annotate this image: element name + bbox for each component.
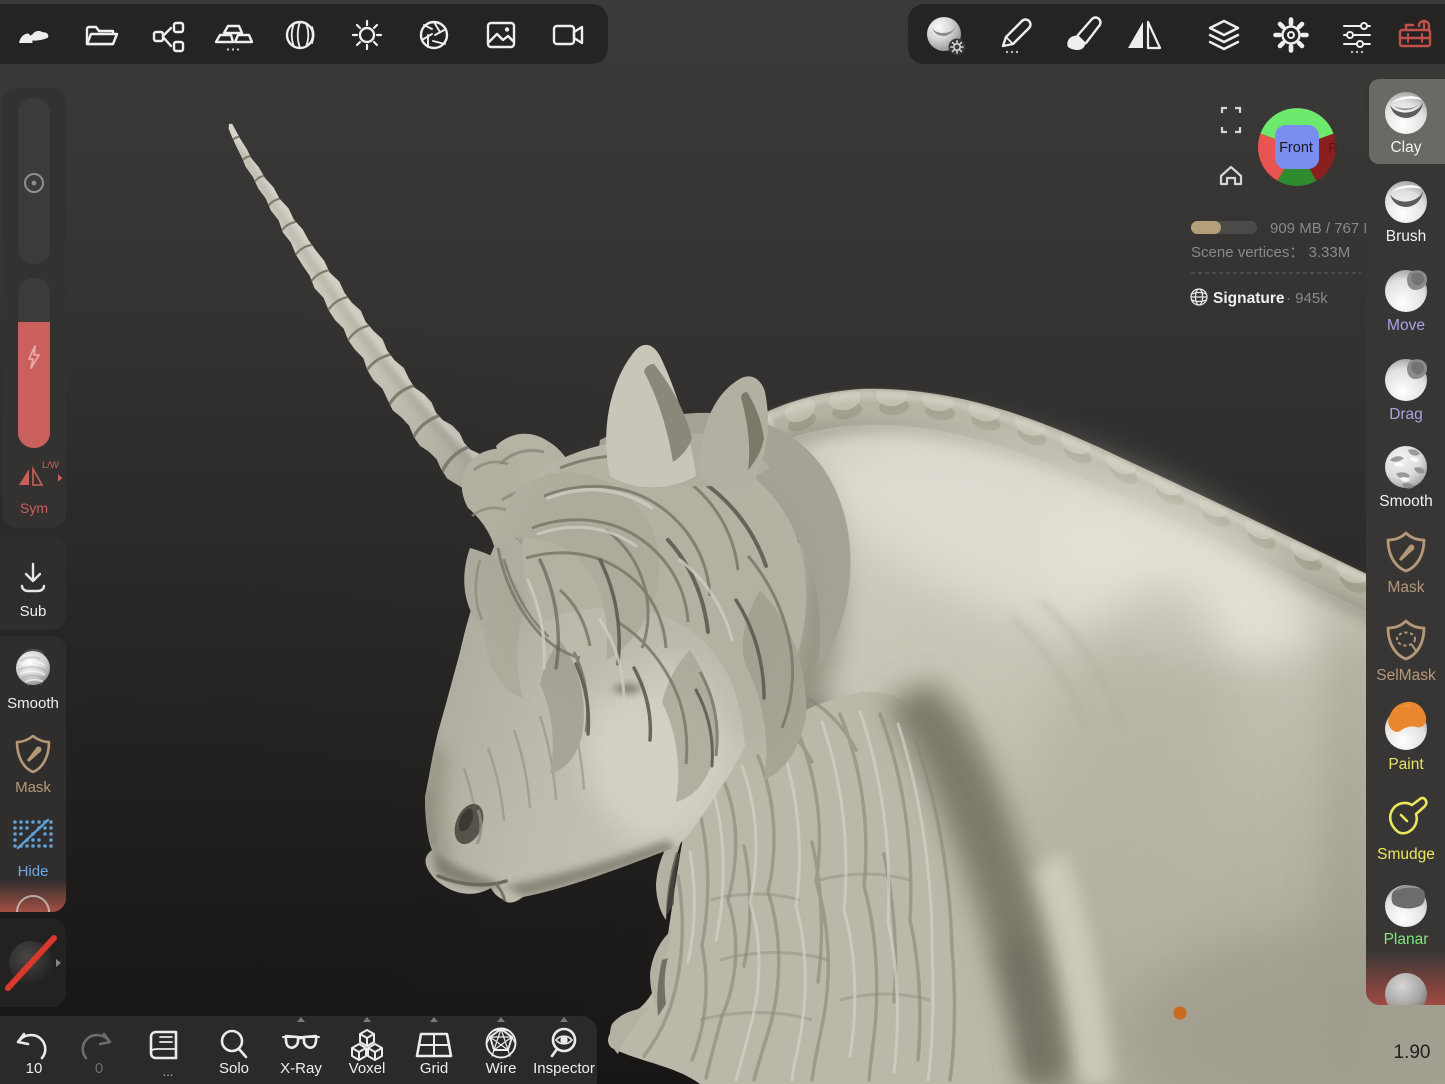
svg-text:Sym: Sym bbox=[20, 500, 48, 516]
svg-text:Sub: Sub bbox=[20, 603, 47, 620]
svg-text:Mask: Mask bbox=[1387, 579, 1424, 596]
svg-text:Smudge: Smudge bbox=[1377, 846, 1435, 863]
svg-text:Voxel: Voxel bbox=[349, 1060, 386, 1077]
svg-text:Wire: Wire bbox=[486, 1060, 517, 1077]
svg-text:Grid: Grid bbox=[420, 1060, 448, 1077]
svg-text:10: 10 bbox=[26, 1060, 43, 1077]
svg-text:Move: Move bbox=[1387, 317, 1425, 334]
svg-text:Hide: Hide bbox=[18, 863, 49, 880]
svg-text:0: 0 bbox=[95, 1060, 103, 1077]
svg-text:Brush: Brush bbox=[1386, 228, 1427, 245]
svg-text:Solo: Solo bbox=[219, 1060, 249, 1077]
svg-text:Inspector: Inspector bbox=[533, 1060, 595, 1077]
svg-text:Paint: Paint bbox=[1388, 756, 1424, 773]
svg-text:Drag: Drag bbox=[1389, 406, 1423, 423]
svg-text:Smooth: Smooth bbox=[7, 695, 59, 712]
svg-text:Planar: Planar bbox=[1384, 931, 1429, 948]
svg-text:Mask: Mask bbox=[15, 779, 51, 796]
svg-text:SelMask: SelMask bbox=[1376, 667, 1436, 684]
svg-text:...: ... bbox=[163, 1064, 174, 1079]
svg-text:X-Ray: X-Ray bbox=[280, 1060, 322, 1077]
svg-text:L/W: L/W bbox=[42, 460, 59, 471]
svg-text:Clay: Clay bbox=[1390, 139, 1421, 156]
svg-text:Smooth: Smooth bbox=[1379, 493, 1432, 510]
